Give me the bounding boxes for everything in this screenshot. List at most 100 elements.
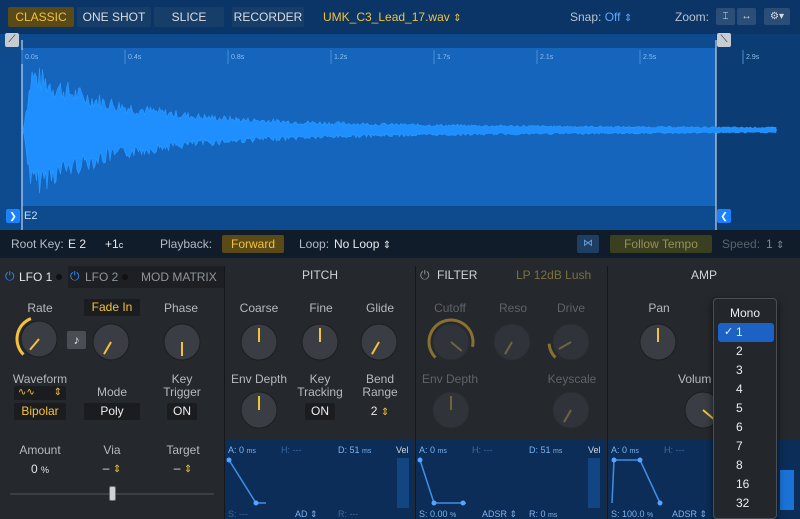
- menu-item-label: 6: [736, 420, 743, 434]
- speed-chevron-icon: ⇕: [776, 240, 785, 251]
- file-name-selector[interactable]: UMK_C3_Lead_17.wav ⇕: [323, 10, 461, 24]
- note-sync-icon[interactable]: ♪: [67, 331, 86, 349]
- amp-env-sustain: S: 100.0 %: [611, 509, 653, 519]
- menu-item-label: 4: [736, 382, 743, 396]
- lfo1-power-icon[interactable]: ⏻: [5, 269, 15, 284]
- root-key-value[interactable]: E 2: [68, 237, 86, 251]
- amount-value[interactable]: 0 %: [10, 462, 70, 476]
- tab-lfo2[interactable]: ⏻ LFO 2: [70, 266, 136, 288]
- key-tracking-button[interactable]: ON: [305, 403, 335, 420]
- fine-tune-number: +1: [105, 237, 119, 251]
- end-marker-handle-icon[interactable]: ⟍: [717, 33, 731, 47]
- snap-value: Off: [604, 10, 621, 24]
- lfo-rate-label: Rate: [27, 301, 53, 315]
- recorder-button[interactable]: RECORDER: [232, 7, 304, 27]
- menu-item-voices-3[interactable]: 3: [714, 361, 776, 380]
- tab-mod-matrix[interactable]: MOD MATRIX: [141, 270, 217, 284]
- menu-item-label: 8: [736, 458, 743, 472]
- start-marker-handle-icon[interactable]: ⟋: [5, 33, 19, 47]
- link-bowtie-icon[interactable]: ⋈: [577, 235, 599, 253]
- keyscale-label: Keyscale: [547, 372, 597, 386]
- fade-in-button[interactable]: Fade In: [84, 299, 140, 316]
- menu-item-mono[interactable]: Mono: [714, 304, 776, 323]
- zoom-vertical-icon[interactable]: ⌶: [716, 8, 735, 25]
- filter-env-release: R: 0 ms: [529, 509, 557, 519]
- key-tracking-label-1: Key: [309, 372, 331, 386]
- pitch-env-type-selector[interactable]: AD ⇕: [295, 509, 318, 519]
- bend-range-selector[interactable]: 2 ⇕: [353, 404, 407, 418]
- loop-end-handle-icon[interactable]: ❮: [717, 209, 731, 223]
- filter-env-depth-label: Env Depth: [421, 372, 479, 386]
- menu-item-voices-2[interactable]: 2: [714, 342, 776, 361]
- pitch-env-decay-unit: ms: [362, 448, 372, 455]
- key-trigger-label-1: Key: [171, 372, 193, 386]
- menu-item-label: 32: [736, 496, 750, 510]
- info-bar: Root Key: E 2 +1c Playback: Forward Loop…: [0, 230, 800, 258]
- menu-item-label: 2: [736, 344, 743, 358]
- voices-dropdown-menu[interactable]: Mono ✓ 1 2 3 4 5 6 7 8 16 32: [713, 298, 777, 519]
- bipolar-toggle[interactable]: Bipolar: [14, 403, 66, 420]
- amount-slider-thumb[interactable]: [109, 486, 116, 501]
- pitch-env-vel-label: Vel: [396, 445, 409, 455]
- time-tick-label: 1.7s: [437, 54, 451, 61]
- reso-label: Reso: [498, 301, 527, 315]
- top-bar: CLASSIC ONE SHOT SLICE RECORDER UMK_C3_L…: [0, 0, 800, 34]
- menu-item-voices-4[interactable]: 4: [714, 380, 776, 399]
- playback-label: Playback:: [160, 237, 213, 251]
- time-tick-label: 0.0s: [25, 54, 39, 61]
- via-label: Via: [103, 443, 121, 457]
- amp-env-attack: A: 0 ms: [611, 445, 639, 455]
- waveform-label: Waveform: [12, 372, 68, 386]
- pitch-env-attack-value: A: 0: [228, 445, 245, 455]
- filter-env-type-selector[interactable]: ADSR ⇕: [482, 509, 517, 519]
- waveform-display[interactable]: 0.0s 0.4s 0.8s 1.2s 1.7s 2.1s 2.5s 2.9s ⟋ ⟍ ❯ ❮: [0, 33, 800, 230]
- amp-env-type-selector[interactable]: ADSR ⇕: [672, 509, 707, 519]
- settings-gear-icon[interactable]: ⚙▾: [764, 8, 790, 25]
- menu-item-voices-8[interactable]: 8: [714, 456, 776, 475]
- time-tick-label: 2.5s: [643, 54, 657, 61]
- fine-tune-value[interactable]: +1c: [105, 237, 123, 251]
- follow-tempo-button[interactable]: Follow Tempo: [610, 235, 712, 253]
- pitch-envelope[interactable]: A: 0 ms H: --- D: 51 ms Vel S: --- AD ⇕ …: [225, 440, 414, 519]
- zoom-horizontal-icon[interactable]: ↔: [737, 8, 756, 25]
- time-tick-label: 0.4s: [128, 54, 142, 61]
- tab-lfo1[interactable]: ⏻ LFO 1: [0, 266, 68, 288]
- filter-power-icon[interactable]: ⏻: [420, 268, 430, 283]
- mode-slice-button[interactable]: SLICE: [154, 7, 224, 27]
- menu-item-voices-16[interactable]: 16: [714, 475, 776, 494]
- menu-item-voices-32[interactable]: 32: [714, 494, 776, 513]
- speed-selector[interactable]: 1 ⇕: [766, 237, 784, 251]
- filter-envelope[interactable]: A: 0 ms H: --- D: 51 ms Vel S: 0.00 % AD…: [416, 440, 606, 519]
- mode-classic-button[interactable]: CLASSIC: [8, 7, 74, 27]
- lfo2-power-icon[interactable]: ⏻: [70, 269, 80, 284]
- lfo2-led-icon: [122, 274, 128, 280]
- filter-env-release-value: R: 0: [529, 509, 546, 519]
- target-selector[interactable]: – ⇕: [155, 461, 211, 475]
- key-trigger-button[interactable]: ON: [167, 403, 197, 420]
- loop-start-handle-icon[interactable]: ❯: [6, 209, 20, 223]
- via-selector[interactable]: – ⇕: [84, 461, 140, 475]
- loop-mode-selector[interactable]: No Loop ⇕: [334, 237, 391, 251]
- menu-item-voices-1[interactable]: ✓ 1: [718, 323, 774, 342]
- time-tick-label: 2.1s: [540, 54, 554, 61]
- playback-forward-button[interactable]: Forward: [222, 235, 284, 253]
- pitch-env-hold: H: ---: [281, 445, 302, 455]
- lfo-phase-label: Phase: [163, 301, 199, 315]
- menu-item-voices-6[interactable]: 6: [714, 418, 776, 437]
- bend-range-chevron-icon: ⇕: [380, 407, 390, 418]
- target-chevron-icon: ⇕: [183, 464, 193, 475]
- filter-type-selector[interactable]: LP 12dB Lush: [516, 268, 606, 282]
- pitch-env-type: AD: [295, 509, 308, 519]
- waveform-selector[interactable]: ∿∿ ⇕: [14, 386, 66, 400]
- pitch-env-attack: A: 0 ms: [228, 445, 256, 455]
- via-chevron-icon: ⇕: [112, 464, 122, 475]
- waveform-graphic: 0.0s 0.4s 0.8s 1.2s 1.7s 2.1s 2.5s 2.9s: [21, 34, 800, 230]
- lfo-mode-button[interactable]: Poly: [84, 403, 140, 420]
- menu-item-voices-5[interactable]: 5: [714, 399, 776, 418]
- snap-selector[interactable]: Snap: Off ⇕: [570, 10, 632, 24]
- mode-one-shot-button[interactable]: ONE SHOT: [77, 7, 151, 27]
- zoom-label: Zoom:: [675, 10, 710, 24]
- filter-env-decay: D: 51 ms: [529, 445, 562, 455]
- menu-item-voices-7[interactable]: 7: [714, 437, 776, 456]
- amp-env-attack-value: A: 0: [611, 445, 628, 455]
